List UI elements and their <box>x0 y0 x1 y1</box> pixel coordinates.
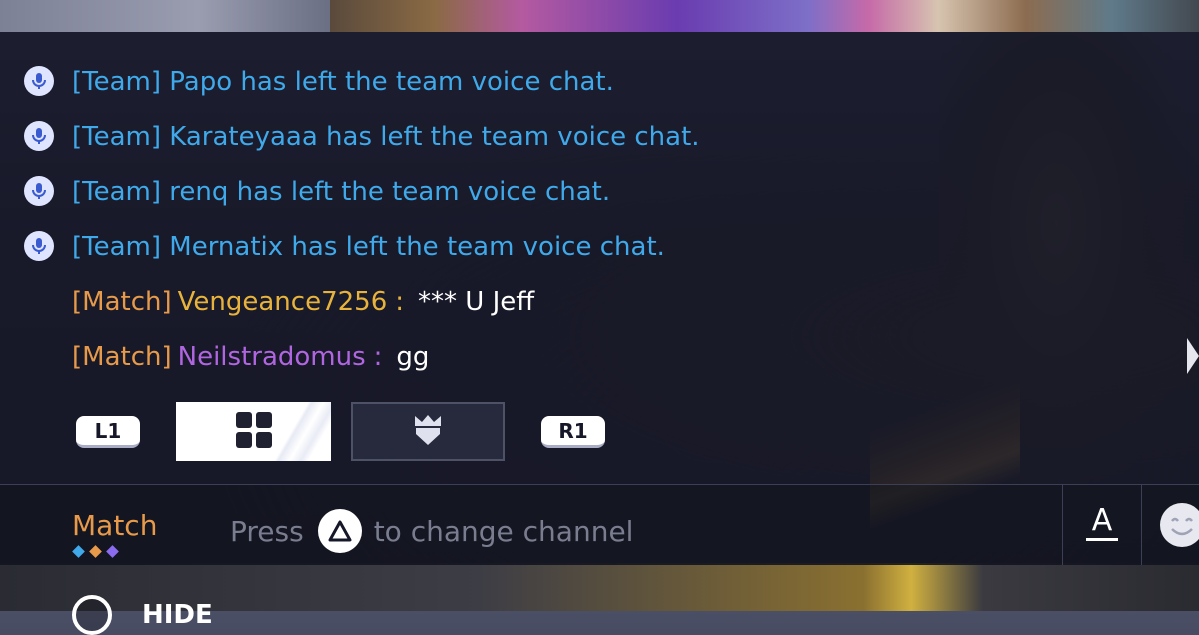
chat-input-hint[interactable]: Press to change channel <box>230 509 633 553</box>
sender-separator: : <box>373 341 383 372</box>
channel-indicator-dots <box>72 545 119 558</box>
chat-panel: [Team] Papo has left the team voice chat… <box>0 32 1199 484</box>
hint-suffix: to change channel <box>373 514 634 548</box>
mic-icon <box>24 121 54 151</box>
background-art <box>0 0 330 32</box>
l1-button[interactable]: L1 <box>76 416 140 448</box>
message-text: [Team] Papo has left the team voice chat… <box>72 66 614 97</box>
channel-dot <box>106 545 119 558</box>
team-shield-icon <box>411 412 445 452</box>
text-style-button[interactable]: A <box>1084 503 1120 543</box>
sender-name[interactable]: Vengeance7256 <box>178 287 388 317</box>
circle-button-icon <box>72 595 112 635</box>
r1-button[interactable]: R1 <box>541 416 605 448</box>
background-art <box>330 0 1199 32</box>
message-list[interactable]: [Team] Papo has left the team voice chat… <box>0 54 900 384</box>
mic-icon <box>24 66 54 96</box>
chat-message: [Match] Vengeance7256 : *** U Jeff <box>0 274 900 329</box>
hint-prefix: Press <box>230 514 304 548</box>
message-text: *** U Jeff <box>418 286 535 317</box>
message-text: [Team] Karateyaaa has left the team voic… <box>72 121 700 152</box>
chat-message: [Team] renq has left the team voice chat… <box>0 164 900 219</box>
channel-tag: [Match] <box>72 286 172 317</box>
chat-tab-row: L1 R1 <box>0 402 700 462</box>
expand-arrow-icon[interactable] <box>1187 338 1199 374</box>
chat-message: [Match] Neilstradomus : gg <box>0 329 900 384</box>
message-text: [Team] renq has left the team voice chat… <box>72 176 611 207</box>
channel-dot <box>72 545 85 558</box>
message-text: [Team] Mernatix has left the team voice … <box>72 231 665 262</box>
chat-message: [Team] Karateyaaa has left the team voic… <box>0 109 900 164</box>
text-style-label: A <box>1091 503 1113 538</box>
match-message: [Match] Neilstradomus : gg <box>72 342 429 372</box>
text-style-underline <box>1086 538 1118 541</box>
sender-separator: : <box>395 286 405 317</box>
mic-icon <box>24 231 54 261</box>
divider <box>1062 485 1063 565</box>
mic-icon <box>24 176 54 206</box>
grid-icon <box>234 410 274 454</box>
tab-all-chat[interactable] <box>176 402 331 461</box>
hide-label: HIDE <box>142 600 213 630</box>
current-channel[interactable]: Match <box>72 509 157 542</box>
chat-message: [Team] Mernatix has left the team voice … <box>0 219 900 274</box>
match-message: [Match] Vengeance7256 : *** U Jeff <box>72 287 534 317</box>
message-text: gg <box>396 341 430 372</box>
divider <box>1141 485 1142 565</box>
triangle-button-icon <box>317 509 362 553</box>
sender-name[interactable]: Neilstradomus <box>178 342 366 372</box>
chat-message: [Team] Papo has left the team voice chat… <box>0 54 900 109</box>
emoji-icon[interactable] <box>1160 503 1199 547</box>
chat-input-bar: Match Press to change channel A <box>0 484 1199 565</box>
tab-team-chat[interactable] <box>351 402 505 461</box>
channel-tag: [Match] <box>72 341 172 372</box>
channel-dot <box>89 545 102 558</box>
hide-hint[interactable]: HIDE <box>72 595 213 635</box>
